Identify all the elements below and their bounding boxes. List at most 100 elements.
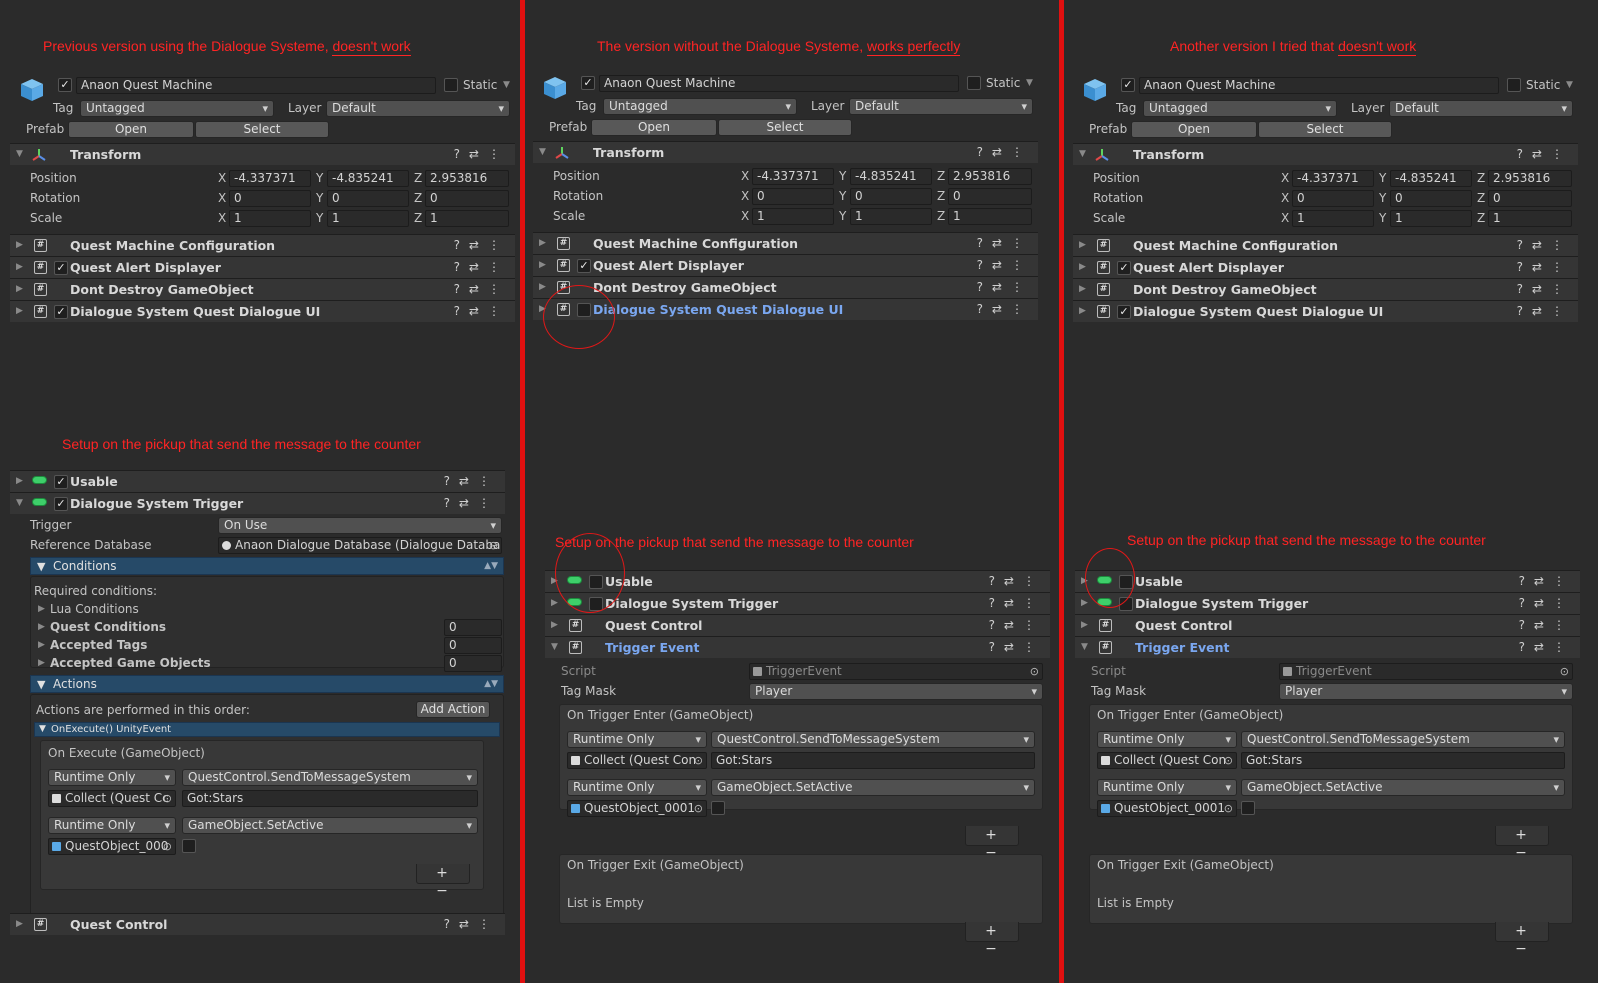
quest-conditions-count[interactable]: 0 <box>444 619 502 636</box>
prefab-open-button[interactable]: Open <box>591 119 717 136</box>
prefab-select-button[interactable]: Select <box>718 119 852 136</box>
component-enabled-checkbox[interactable]: ✓ <box>1117 261 1131 275</box>
static-dropdown-icon[interactable]: ▼ <box>1026 78 1033 88</box>
object-picker-icon[interactable]: ⊙ <box>489 538 498 553</box>
accepted-tags-label[interactable]: Accepted Tags <box>50 638 147 652</box>
component-tools-icons[interactable]: ?⇄⋮ <box>454 260 509 274</box>
runtime-only-dropdown[interactable]: Runtime Only <box>1097 731 1237 748</box>
component-tools-icons[interactable]: ?⇄⋮ <box>444 496 499 510</box>
component-enabled-checkbox[interactable]: ✓ <box>54 497 68 511</box>
runtime-only-dropdown[interactable]: Runtime Only <box>567 731 707 748</box>
message-argument-field[interactable]: Got:Stars <box>1241 752 1565 769</box>
runtime-only-dropdown[interactable]: Runtime Only <box>1097 779 1237 796</box>
onexecute-unityevent-foldout[interactable]: ▼ OnExecute() UnityEvent <box>34 722 500 737</box>
fold-closed-icon[interactable]: ▶ <box>16 919 23 929</box>
component-tools-icons[interactable]: ?⇄⋮ <box>1517 260 1572 274</box>
add-remove-buttons[interactable]: + − <box>965 922 1019 957</box>
rot-y-field[interactable]: 0 <box>1390 190 1472 207</box>
static-checkbox[interactable] <box>967 76 981 90</box>
component-tools-icons[interactable]: ?⇄⋮ <box>454 238 509 252</box>
fold-open-icon[interactable]: ▼ <box>16 149 23 159</box>
accepted-tags-count[interactable]: 0 <box>444 637 502 654</box>
fold-open-icon[interactable]: ▼ <box>37 677 45 693</box>
dsqd-header[interactable]: ▶ # ✓ Dialogue System Quest Dialogue UI ?… <box>10 300 515 322</box>
component-enabled-checkbox[interactable]: ✓ <box>1117 305 1131 319</box>
pos-y-field[interactable]: -4.835241 <box>1390 170 1472 187</box>
gameobject-name-field[interactable]: Anaon Quest Machine <box>76 77 436 94</box>
reorder-icon[interactable]: ▲▼ <box>484 558 498 574</box>
questobject-field[interactable]: QuestObject_0001 ⊙ <box>1097 800 1237 817</box>
fold-open-icon[interactable]: ▼ <box>39 723 46 736</box>
function-dropdown[interactable]: GameObject.SetActive <box>1241 779 1565 796</box>
object-picker-icon[interactable]: ⊙ <box>694 801 703 816</box>
layer-dropdown[interactable]: Default <box>326 100 510 117</box>
component-tools-icons[interactable]: ?⇄⋮ <box>989 596 1044 610</box>
fold-closed-icon[interactable]: ▶ <box>539 282 546 292</box>
component-tools-icons[interactable]: ?⇄⋮ <box>1517 238 1572 252</box>
collect-object-field[interactable]: Collect (Quest Con ⊙ <box>567 752 707 769</box>
pos-z-field[interactable]: 2.953816 <box>948 168 1032 185</box>
fold-closed-icon[interactable]: ▶ <box>1081 598 1088 608</box>
pos-x-field[interactable]: -4.337371 <box>752 168 834 185</box>
function-dropdown[interactable]: GameObject.SetActive <box>182 817 478 834</box>
component-tools-icons[interactable]: ?⇄⋮ <box>977 258 1032 272</box>
static-checkbox[interactable] <box>444 78 458 92</box>
fold-open-icon[interactable]: ▼ <box>1079 149 1086 159</box>
component-tools-icons[interactable]: ?⇄⋮ <box>1519 596 1574 610</box>
pos-y-field[interactable]: -4.835241 <box>327 170 409 187</box>
tagmask-dropdown[interactable]: Player <box>749 683 1043 700</box>
prefab-select-button[interactable]: Select <box>195 121 329 138</box>
fold-closed-icon[interactable]: ▶ <box>539 260 546 270</box>
quest-control-header[interactable]: ▶ # Quest Control ?⇄⋮ <box>10 913 505 935</box>
message-argument-field[interactable]: Got:Stars <box>182 790 478 807</box>
dst-header[interactable]: ▼ ✓ Dialogue System Trigger ?⇄⋮ <box>10 492 505 514</box>
component-tools-icons[interactable]: ?⇄⋮ <box>989 618 1044 632</box>
pos-y-field[interactable]: -4.835241 <box>850 168 932 185</box>
rot-y-field[interactable]: 0 <box>327 190 409 207</box>
setactive-checkbox[interactable] <box>182 839 196 853</box>
ddgo-header[interactable]: ▶ # Dont Destroy GameObject ?⇄⋮ <box>533 276 1038 298</box>
component-tools-icons[interactable]: ?⇄⋮ <box>454 282 509 296</box>
prefab-open-button[interactable]: Open <box>68 121 194 138</box>
component-tools-icons[interactable]: ?⇄⋮ <box>977 280 1032 294</box>
fold-closed-icon[interactable]: ▶ <box>16 240 23 250</box>
rot-y-field[interactable]: 0 <box>850 188 932 205</box>
usable-header[interactable]: ▶ ✓ Usable ?⇄⋮ <box>10 470 505 492</box>
accepted-gameobjects-label[interactable]: Accepted Game Objects <box>50 656 211 670</box>
object-picker-icon[interactable]: ⊙ <box>1224 753 1233 768</box>
scl-z-field[interactable]: 1 <box>1488 210 1572 227</box>
questobject-field[interactable]: QuestObject_0001 ⊙ <box>567 800 707 817</box>
reorder-icon[interactable]: ▲▼ <box>484 676 498 692</box>
static-checkbox[interactable] <box>1507 78 1521 92</box>
actions-foldout[interactable]: ▼ Actions ▲▼ <box>30 675 504 693</box>
fold-closed-icon[interactable]: ▶ <box>16 262 23 272</box>
add-remove-buttons[interactable]: + − <box>965 826 1019 861</box>
qmc-header[interactable]: ▶ # Quest Machine Configuration ?⇄⋮ <box>533 232 1038 254</box>
fold-closed-icon[interactable]: ▶ <box>551 598 558 608</box>
prefab-select-button[interactable]: Select <box>1258 121 1392 138</box>
rot-z-field[interactable]: 0 <box>1488 190 1572 207</box>
component-tools-icons[interactable]: ?⇄⋮ <box>1517 304 1572 318</box>
scl-x-field[interactable]: 1 <box>229 210 311 227</box>
add-remove-buttons[interactable]: + − <box>1495 826 1549 861</box>
static-dropdown-icon[interactable]: ▼ <box>1566 80 1573 90</box>
fold-closed-icon[interactable]: ▶ <box>38 658 45 668</box>
fold-open-icon[interactable]: ▼ <box>16 498 23 508</box>
pos-z-field[interactable]: 2.953816 <box>1488 170 1572 187</box>
prefab-open-button[interactable]: Open <box>1131 121 1257 138</box>
component-tools-icons[interactable]: ?⇄⋮ <box>989 640 1044 654</box>
function-dropdown[interactable]: QuestControl.SendToMessageSystem <box>1241 731 1565 748</box>
layer-dropdown[interactable]: Default <box>1389 100 1573 117</box>
scl-x-field[interactable]: 1 <box>752 208 834 225</box>
scl-y-field[interactable]: 1 <box>850 208 932 225</box>
runtime-only-dropdown[interactable]: Runtime Only <box>567 779 707 796</box>
tagmask-dropdown[interactable]: Player <box>1279 683 1573 700</box>
component-enabled-checkbox[interactable]: ✓ <box>54 475 68 489</box>
fold-closed-icon[interactable]: ▶ <box>551 620 558 630</box>
fold-open-icon[interactable]: ▼ <box>1081 642 1088 652</box>
fold-closed-icon[interactable]: ▶ <box>1079 262 1086 272</box>
gameobject-name-field[interactable]: Anaon Quest Machine <box>1139 77 1499 94</box>
quest-conditions-label[interactable]: Quest Conditions <box>50 620 166 634</box>
collect-object-field[interactable]: Collect (Quest Cc ⊙ <box>48 790 176 807</box>
questobject-field[interactable]: QuestObject_000 ⊙ <box>48 838 176 855</box>
